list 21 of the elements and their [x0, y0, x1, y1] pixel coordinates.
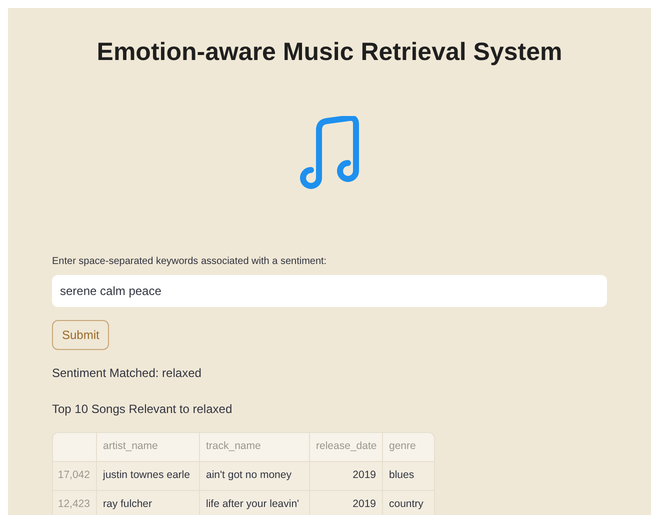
column-header: genre — [389, 438, 416, 454]
music-note-icon — [298, 116, 360, 190]
table-cell-text: blues — [389, 468, 414, 483]
column-header: release_date — [316, 438, 377, 454]
table-cell-text: life after your leavin' — [206, 496, 300, 512]
table-cell-text: 2019 — [352, 496, 376, 512]
table-cell-text: justin townes earle — [103, 468, 190, 483]
submit-button[interactable]: Submit — [52, 320, 110, 350]
row-index: 12,423 — [58, 496, 90, 512]
column-header: track_name — [206, 438, 261, 454]
keywords-input[interactable]: serene calm peace — [52, 274, 607, 306]
input-label: Enter space-separated keywords associated with a sentiment: — [52, 254, 328, 268]
row-index: 17,042 — [58, 468, 90, 483]
table-cell-text: 2019 — [352, 468, 376, 483]
table-cell-text: ain't got no money — [206, 468, 292, 483]
column-header: artist_name — [103, 438, 158, 454]
table-cell-text: country — [389, 496, 424, 512]
page-title: Emotion-aware Music Retrieval System — [96, 37, 564, 68]
table-cell-text: ray fulcher — [103, 496, 152, 512]
results-heading: Top 10 Songs Relevant to relaxed — [52, 400, 234, 418]
sentiment-text: Sentiment Matched: relaxed — [52, 364, 202, 382]
